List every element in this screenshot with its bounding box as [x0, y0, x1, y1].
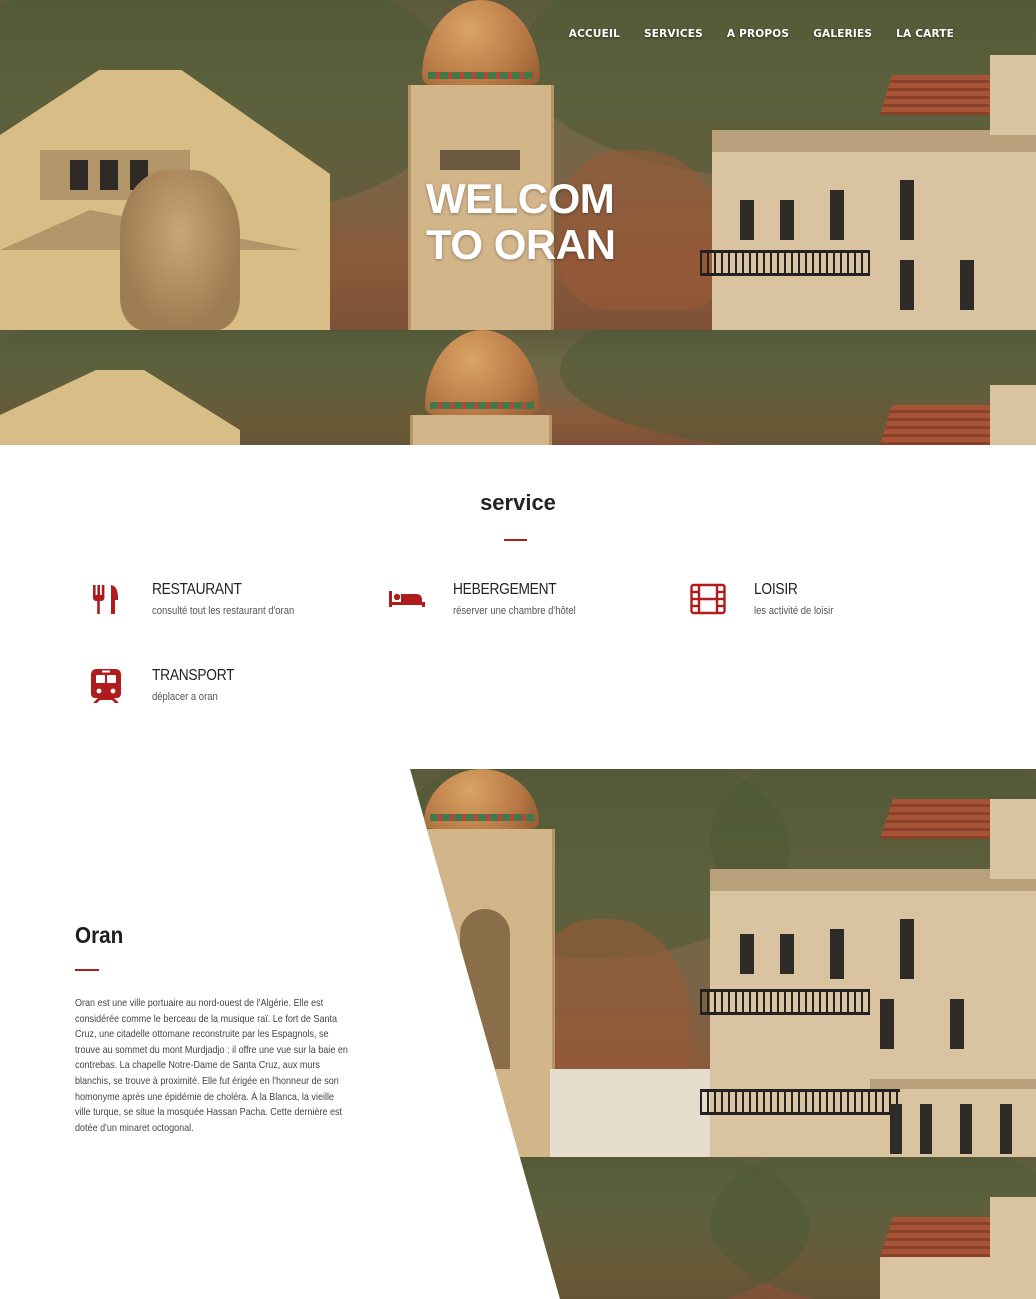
service-loisir-desc: les activité de loisir: [754, 605, 834, 617]
hero-section: WELCOM TO ORAN ACCUEIL SERVICES A PROPOS…: [0, 0, 1036, 445]
about-title-divider: [75, 969, 99, 971]
train-icon: [88, 667, 124, 703]
nav-item-a-propos[interactable]: A PROPOS: [727, 28, 789, 40]
service-loisir[interactable]: LOISIR les activité de loisir: [690, 581, 970, 641]
service-restaurant-desc: consulté tout les restaurant d'oran: [152, 605, 295, 617]
services-title: service: [480, 490, 556, 515]
service-transport[interactable]: TRANSPORT déplacer a oran: [88, 667, 368, 727]
service-loisir-name: LOISIR: [754, 581, 798, 598]
utensils-icon: [88, 581, 124, 617]
hero-background-image: [0, 0, 1036, 330]
nav-item-services[interactable]: SERVICES: [644, 28, 703, 40]
nav-item-la-carte[interactable]: LA CARTE: [896, 28, 954, 40]
nav-item-accueil[interactable]: ACCUEIL: [569, 28, 620, 40]
about-image-bottom: [410, 1157, 1036, 1299]
about-description: Oran est une ville portuaire au nord-oue…: [75, 997, 348, 1134]
service-restaurant[interactable]: RESTAURANT consulté tout les restaurant …: [88, 581, 368, 641]
service-hebergement-desc: réserver une chambre d'hôtel: [453, 605, 576, 617]
main-nav: ACCUEIL SERVICES A PROPOS GALERIES LA CA…: [569, 28, 954, 40]
nav-item-galeries[interactable]: GALERIES: [813, 28, 872, 40]
service-restaurant-name: RESTAURANT: [152, 581, 242, 598]
hero-title: WELCOM TO ORAN: [426, 176, 646, 268]
hero-title-line-2: TO ORAN: [426, 221, 616, 268]
film-icon: [690, 581, 726, 617]
about-image: [410, 769, 1036, 1299]
hero-title-line-1: WELCOM: [426, 175, 615, 222]
about-image-top: [410, 769, 1036, 1157]
service-hebergement[interactable]: HEBERGEMENT réserver une chambre d'hôtel: [389, 581, 669, 641]
about-title: Oran: [75, 922, 124, 948]
service-hebergement-name: HEBERGEMENT: [453, 581, 557, 598]
bed-icon: [389, 581, 425, 617]
service-transport-desc: déplacer a oran: [152, 691, 218, 703]
hero-background-image-repeat: [0, 330, 1036, 445]
services-title-divider: [504, 539, 527, 541]
service-transport-name: TRANSPORT: [152, 667, 235, 684]
